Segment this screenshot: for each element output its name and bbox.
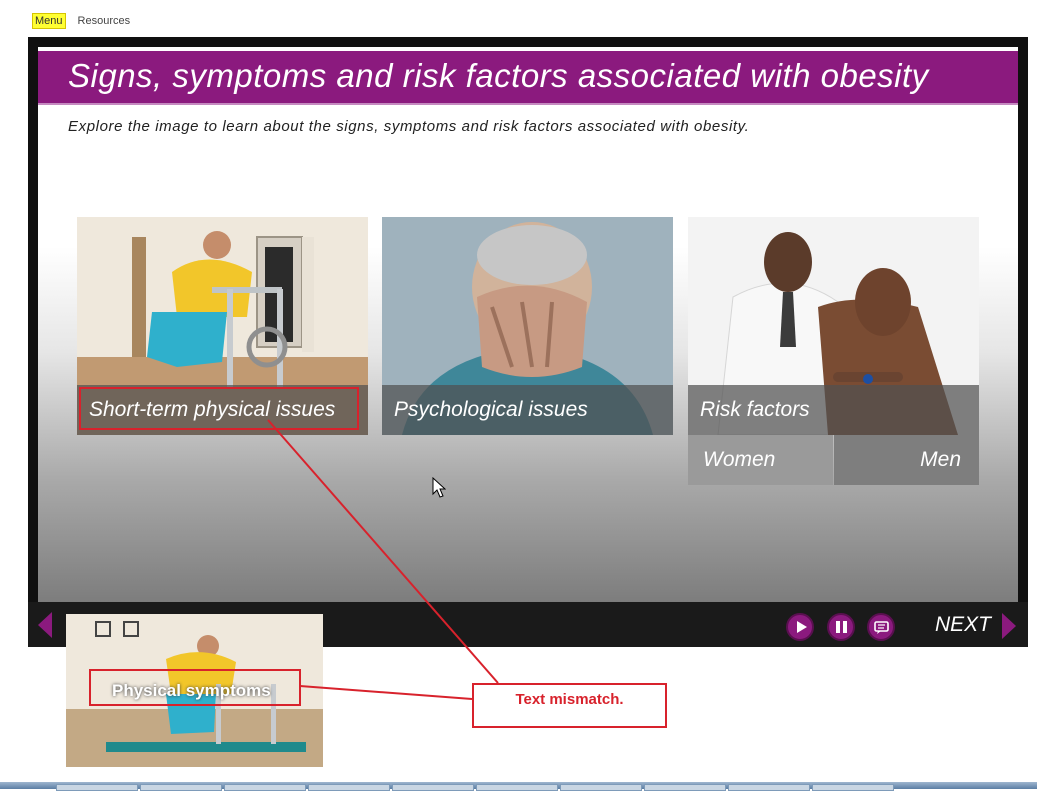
slide-instruction: Explore the image to learn about the sig…: [68, 118, 750, 135]
menu-link[interactable]: Menu: [32, 13, 66, 29]
mouse-cursor-icon: [432, 477, 446, 498]
pause-button[interactable]: [827, 613, 855, 641]
taskbar-item[interactable]: [392, 784, 474, 791]
annotation-box-card-label: [79, 387, 359, 430]
card-label: Risk factors: [688, 385, 979, 435]
risk-women-button[interactable]: Women: [688, 435, 833, 485]
taskbar-item[interactable]: [56, 784, 138, 791]
annotation-note: Text mismatch.: [472, 683, 667, 728]
taskbar-item[interactable]: [644, 784, 726, 791]
slide-title: Signs, symptoms and risk factors associa…: [68, 57, 929, 94]
card-psychological[interactable]: Psychological issues: [382, 217, 673, 435]
card-risk-factors[interactable]: Risk factors: [688, 217, 979, 435]
play-icon: [797, 621, 807, 633]
taskbar-item[interactable]: [560, 784, 642, 791]
card-label: Psychological issues: [382, 385, 673, 435]
top-nav: Menu Resources: [32, 12, 130, 30]
taskbar-item[interactable]: [476, 784, 558, 791]
captions-button[interactable]: [867, 613, 895, 641]
next-arrow-icon[interactable]: [1002, 613, 1016, 639]
resources-link[interactable]: Resources: [78, 15, 131, 27]
pause-icon: [836, 621, 847, 633]
captions-icon: [874, 621, 889, 634]
play-button[interactable]: [786, 613, 814, 641]
risk-men-button[interactable]: Men: [834, 435, 979, 485]
taskbar-item[interactable]: [728, 784, 810, 791]
slide-title-bar: Signs, symptoms and risk factors associa…: [38, 51, 1018, 105]
next-button[interactable]: NEXT: [935, 613, 991, 637]
slide-content: Signs, symptoms and risk factors associa…: [38, 47, 1018, 602]
prev-arrow-icon[interactable]: [38, 612, 52, 638]
taskbar-item[interactable]: [224, 784, 306, 791]
course-player: Signs, symptoms and risk factors associa…: [28, 37, 1028, 647]
taskbar-item[interactable]: [308, 784, 390, 791]
taskbar-item[interactable]: [812, 784, 894, 791]
annotation-box-inset-label: [89, 669, 301, 706]
taskbar-item[interactable]: [140, 784, 222, 791]
